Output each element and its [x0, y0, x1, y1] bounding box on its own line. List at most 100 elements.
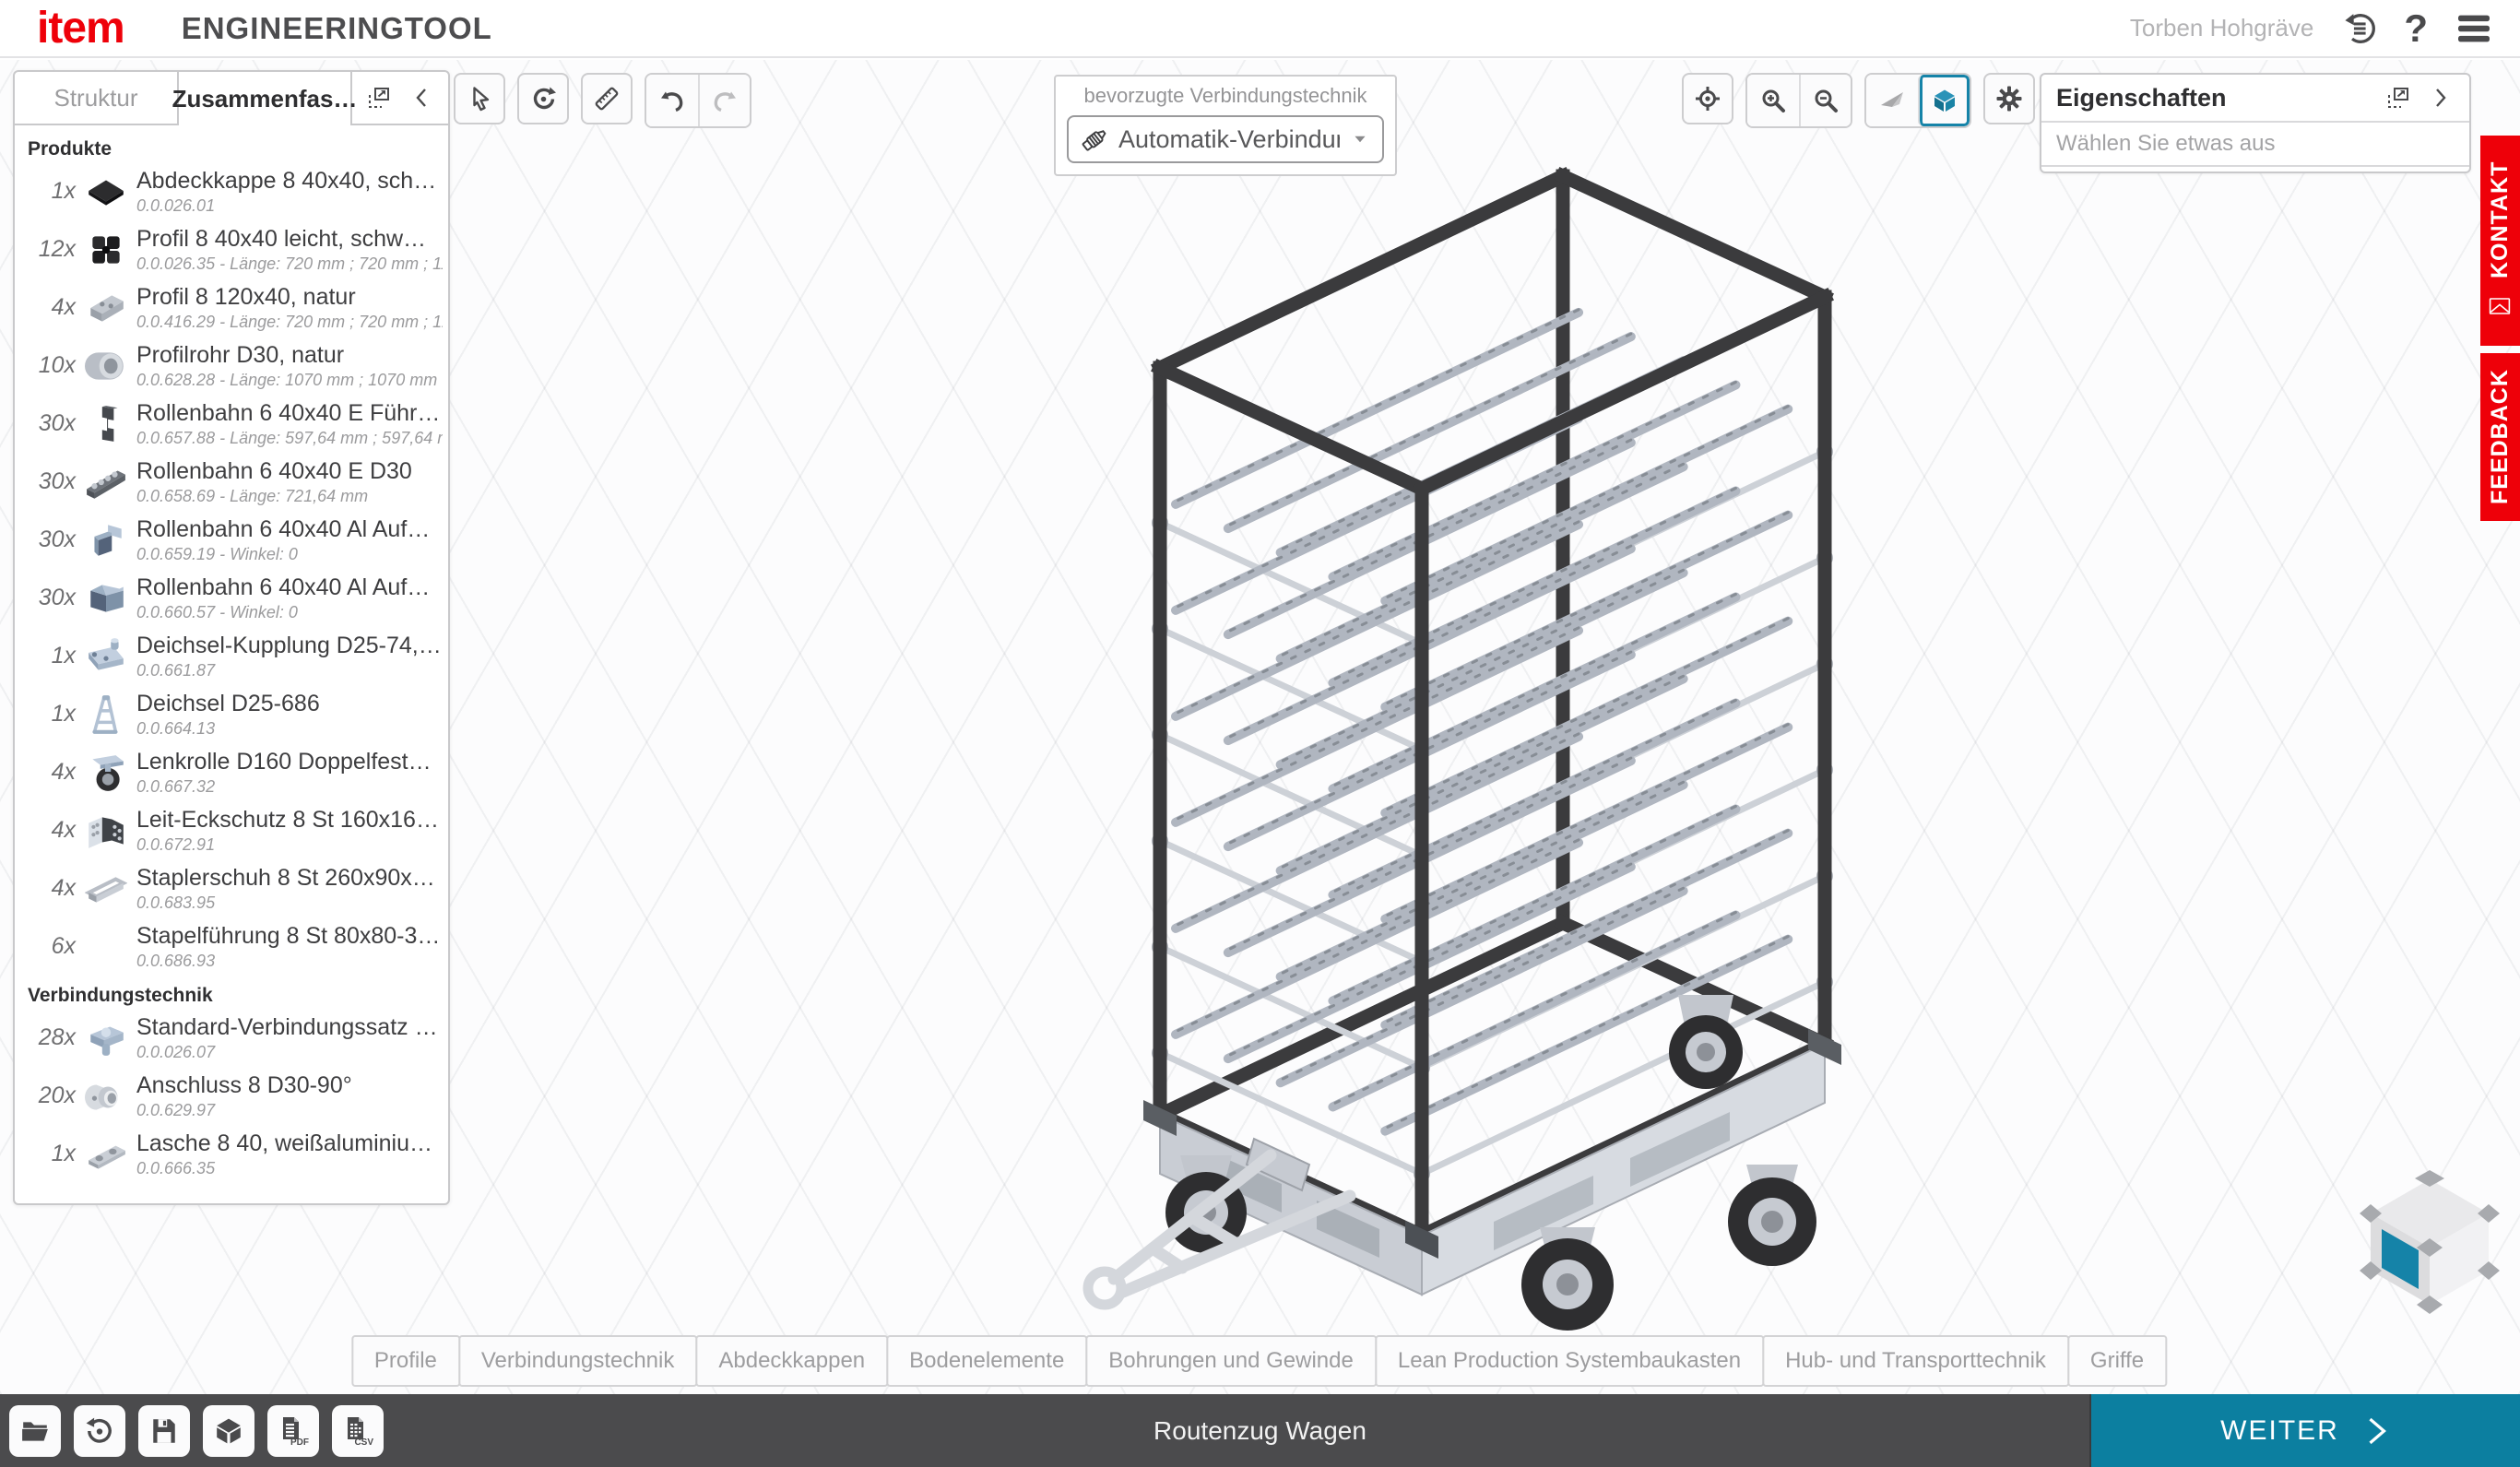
parts-panel-tabs: Struktur Zusammenfas… [15, 72, 448, 125]
export-csv-button[interactable]: CSV [332, 1405, 384, 1457]
view-mode-group [1864, 73, 1971, 128]
zoom-out-button[interactable] [1799, 75, 1851, 126]
weiter-button[interactable]: WEITER [2089, 1394, 2520, 1467]
connection-value: Automatik-Verbindungssatz [1118, 125, 1340, 154]
part-row[interactable]: 28x Standard-Verbindungssatz …0.0.026.07 [15, 1009, 448, 1067]
profile-icon [76, 229, 136, 271]
part-row[interactable]: 1x Lasche 8 40, weißaluminiu…0.0.666.35 [15, 1125, 448, 1183]
history-icon[interactable] [2341, 11, 2376, 46]
properties-title: Eigenschaften [2056, 84, 2370, 112]
screw-icon [1080, 124, 1109, 154]
part-row[interactable]: 12x Profil 8 40x40 leicht, schw…0.0.026.… [15, 220, 448, 278]
part-name: Deichsel D25-686 [136, 691, 443, 717]
view-3d-button[interactable] [1918, 75, 1970, 126]
part-row[interactable]: 4x Leit-Eckschutz 8 St 160x16…0.0.672.91 [15, 801, 448, 859]
popout-icon[interactable] [365, 84, 393, 112]
help-icon[interactable]: ? [2404, 9, 2428, 48]
guide-bracket-icon [76, 403, 136, 445]
part-sub: 0.0.628.28 - Länge: 1070 mm ; 1070 mm [136, 371, 443, 390]
menu-icon[interactable] [2455, 13, 2492, 44]
part-row[interactable]: 20x Anschluss 8 D30-90°0.0.629.97 [15, 1067, 448, 1125]
part-row[interactable]: 6x Stapelführung 8 St 80x80-3…0.0.686.93 [15, 917, 448, 976]
part-qty: 10x [15, 352, 76, 379]
part-name: Stapelführung 8 St 80x80-3… [136, 923, 443, 950]
part-qty: 6x [15, 933, 76, 960]
part-row[interactable]: 30x Rollenbahn 6 40x40 E Führ…0.0.657.88… [15, 395, 448, 453]
part-row[interactable]: 10x Profilrohr D30, natur0.0.628.28 - Lä… [15, 337, 448, 395]
envelope-icon [2490, 291, 2512, 321]
part-sub: 0.0.026.01 [136, 196, 443, 216]
section-title-produkte: Produkte [28, 138, 448, 160]
category-tab-hub-transport[interactable]: Hub- und Transporttechnik [1762, 1335, 2069, 1387]
export-3d-button[interactable] [203, 1405, 254, 1457]
category-tab-profile[interactable]: Profile [351, 1335, 460, 1387]
view-2d-button[interactable] [1866, 75, 1918, 126]
wheel-mid [1669, 995, 1743, 1089]
part-name: Deichsel-Kupplung D25-74,… [136, 633, 443, 659]
feedback-tab[interactable]: FEEDBACK [2480, 353, 2520, 521]
popout-icon[interactable] [2384, 84, 2412, 112]
bottom-toolbar: PDF CSV Routenzug Wagen WEITER [0, 1394, 2520, 1467]
part-row[interactable]: 1x Deichsel D25-6860.0.664.13 [15, 685, 448, 743]
brand-logo[interactable]: item [37, 3, 124, 53]
caster-icon [76, 751, 136, 794]
part-name: Profil 8 40x40 leicht, schw… [136, 226, 443, 253]
part-qty: 1x [15, 1141, 76, 1167]
redo-button[interactable] [698, 75, 750, 126]
undo-icon [658, 87, 686, 114]
part-qty: 4x [15, 875, 76, 902]
weiter-label: WEITER [2220, 1415, 2339, 1447]
part-row[interactable]: 30x Rollenbahn 6 40x40 E D300.0.658.69 -… [15, 453, 448, 511]
open-project-button[interactable] [9, 1405, 61, 1457]
app-header: item ENGINEERINGTOOL Torben Hohgräve ? [0, 0, 2520, 58]
settings-button[interactable] [1983, 73, 2035, 124]
connection-select[interactable]: Automatik-Verbindungssatz [1067, 115, 1384, 163]
export-pdf-button[interactable]: PDF [267, 1405, 319, 1457]
fastener-icon [76, 1017, 136, 1059]
select-tool-button[interactable] [454, 73, 505, 124]
properties-header: Eigenschaften [2041, 75, 2469, 123]
fork-shoe-icon [76, 868, 136, 910]
part-row[interactable]: 30x Rollenbahn 6 40x40 Al Auf…0.0.659.19… [15, 511, 448, 569]
part-row[interactable]: 1x Abdeckkappe 8 40x40, sch…0.0.026.01 [15, 162, 448, 220]
tab-zusammenfassung[interactable]: Zusammenfas… [179, 72, 352, 125]
pdf-label: PDF [290, 1437, 309, 1447]
part-sub: 0.0.026.35 - Länge: 720 mm ; 720 mm ; 11… [136, 254, 443, 274]
properties-placeholder[interactable]: Wählen Sie etwas aus [2041, 123, 2469, 167]
save-button[interactable] [138, 1405, 190, 1457]
chevron-right-icon [2363, 1417, 2391, 1445]
undo-button[interactable] [646, 75, 698, 126]
part-name: Profil 8 120x40, natur [136, 284, 443, 311]
chevron-left-icon[interactable] [408, 84, 435, 112]
rotate-tool-button[interactable] [517, 73, 569, 124]
part-row[interactable]: 30x Rollenbahn 6 40x40 Al Auf…0.0.660.57… [15, 569, 448, 627]
header-actions: Torben Hohgräve ? [2130, 9, 2492, 48]
category-tab-griffe[interactable]: Griffe [2067, 1335, 2167, 1387]
tab-struktur[interactable]: Struktur [15, 72, 179, 125]
view-cube[interactable] [2342, 1165, 2517, 1321]
category-tab-bodenelemente[interactable]: Bodenelemente [886, 1335, 1087, 1387]
reset-button[interactable] [74, 1405, 125, 1457]
parts-panel: Struktur Zusammenfas… Produkte 1x Abdeck… [13, 70, 450, 1205]
measure-tool-button[interactable] [581, 73, 633, 124]
csv-icon: CSV [341, 1415, 374, 1447]
part-name: Rollenbahn 6 40x40 E Führ… [136, 400, 443, 427]
part-row[interactable]: 4x Lenkrolle D160 Doppelfest…0.0.667.32 [15, 743, 448, 801]
category-tab-bohrungen[interactable]: Bohrungen und Gewinde [1085, 1335, 1377, 1387]
center-view-button[interactable] [1682, 73, 1733, 124]
gear-icon [1995, 85, 2023, 112]
contact-tab[interactable]: KONTAKT [2480, 136, 2520, 346]
part-row[interactable]: 4x Staplerschuh 8 St 260x90x…0.0.683.95 [15, 859, 448, 917]
category-tab-verbindungstechnik[interactable]: Verbindungstechnik [458, 1335, 697, 1387]
cube-icon [214, 1416, 243, 1446]
connection-label: bevorzugte Verbindungstechnik [1067, 84, 1384, 108]
category-tab-lean-production[interactable]: Lean Production Systembaukasten [1375, 1335, 1764, 1387]
zoom-in-button[interactable] [1747, 75, 1799, 126]
category-tab-abdeckkappen[interactable]: Abdeckkappen [695, 1335, 888, 1387]
part-row[interactable]: 4x Profil 8 120x40, natur0.0.416.29 - Lä… [15, 278, 448, 337]
part-row[interactable]: 1x Deichsel-Kupplung D25-74,…0.0.661.87 [15, 627, 448, 685]
drawbar-icon [76, 693, 136, 736]
part-sub: 0.0.664.13 [136, 719, 443, 739]
chevron-right-icon[interactable] [2427, 84, 2455, 112]
corner-guard-icon [76, 810, 136, 852]
